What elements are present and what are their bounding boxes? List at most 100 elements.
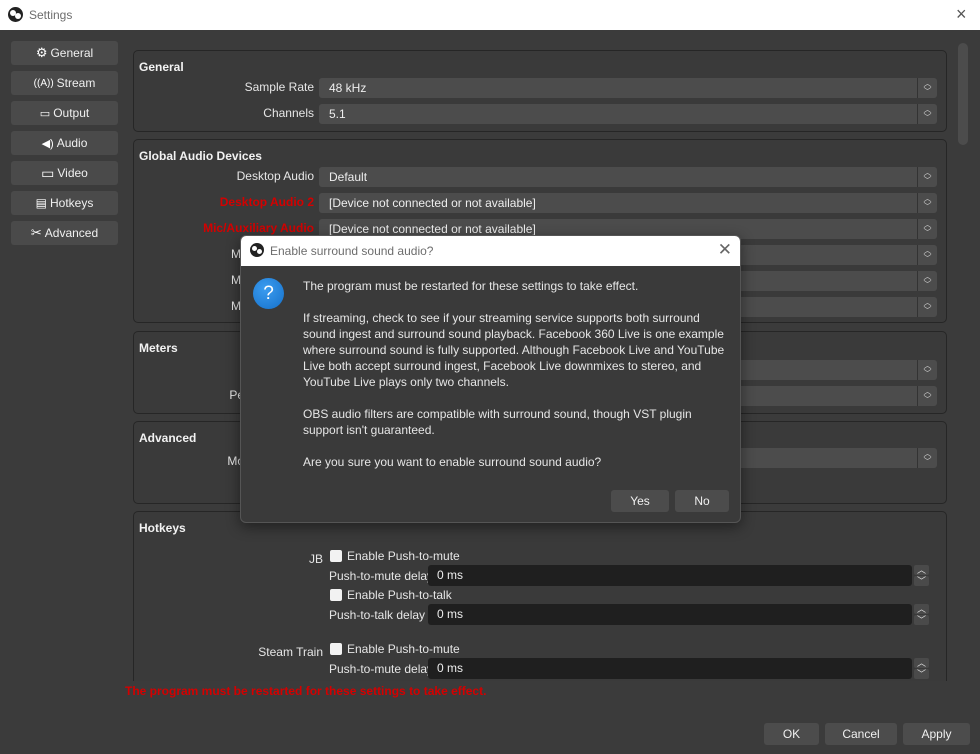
push-to-talk-delay-label: Push-to-talk delay xyxy=(329,608,426,622)
channels-select[interactable]: 5.1 ︿ ﹀ xyxy=(319,104,937,124)
desktop-audio-2-select[interactable]: [Device not connected or not available] … xyxy=(319,193,937,213)
window-titlebar: Settings × xyxy=(0,0,980,30)
push-to-mute-checkbox[interactable] xyxy=(330,550,342,562)
chevron-updown-icon: ︿ ﹀ xyxy=(917,219,937,239)
chevron-down-icon[interactable]: ﹀ xyxy=(914,615,929,625)
chevron-updown-icon: ︿ ﹀ xyxy=(917,297,937,317)
push-to-talk-label: Enable Push-to-talk xyxy=(347,588,452,602)
tools-icon: ✂ xyxy=(30,225,42,240)
apply-button[interactable]: Apply xyxy=(903,723,970,745)
restart-warning: The program must be restarted for these … xyxy=(125,684,487,698)
desktop-audio-2-label: Desktop Audio 2 xyxy=(219,195,314,209)
chevron-updown-icon: ︿ ﹀ xyxy=(917,360,937,380)
dialog-paragraph: Are you sure you want to enable surround… xyxy=(303,455,602,469)
chevron-updown-icon: ︿ ﹀ xyxy=(917,104,937,124)
question-icon: ? xyxy=(253,278,284,309)
mic-aux-audio-label: Mic/Auxiliary Audio xyxy=(203,221,314,235)
hotkey-source-name: Steam Train xyxy=(258,645,323,659)
chevron-up-icon[interactable]: ︿ xyxy=(914,604,929,614)
group-title: Global Audio Devices xyxy=(139,149,262,163)
desktop-audio-label: Desktop Audio xyxy=(236,169,314,183)
push-to-mute-delay-label: Push-to-mute delay xyxy=(329,662,434,676)
chevron-down-icon[interactable]: ﹀ xyxy=(914,576,929,586)
obs-logo-icon xyxy=(250,243,264,257)
dialog-titlebar: Enable surround sound audio? ✕ xyxy=(241,236,740,266)
chevron-updown-icon: ︿ ﹀ xyxy=(917,193,937,213)
general-group: General Sample Rate 48 kHz ︿ ﹀ Channels 5… xyxy=(133,50,947,132)
sidebar-item-label: Advanced xyxy=(44,226,99,240)
spin-arrows[interactable]: ︿ ﹀ xyxy=(914,604,929,625)
mic-aux-audio-value: [Device not connected or not available] xyxy=(329,222,536,236)
push-to-mute-delay-input[interactable]: 0 ms ︿ ﹀ xyxy=(428,658,929,679)
channels-value: 5.1 xyxy=(329,107,346,121)
push-to-talk-delay-input[interactable]: 0 ms ︿ ﹀ xyxy=(428,604,929,625)
window-title: Settings xyxy=(29,8,73,22)
group-title: General xyxy=(139,60,184,74)
desktop-audio-select[interactable]: Default ︿ ﹀ xyxy=(319,167,937,187)
window-close-icon[interactable]: × xyxy=(956,4,967,24)
ok-button[interactable]: OK xyxy=(764,723,819,745)
chevron-down-icon[interactable]: ﹀ xyxy=(914,669,929,679)
spin-arrows[interactable]: ︿ ﹀ xyxy=(914,658,929,679)
push-to-mute-label: Enable Push-to-mute xyxy=(347,549,460,563)
group-title: Meters xyxy=(139,341,178,355)
no-button[interactable]: No xyxy=(675,490,729,512)
dialog-paragraph: If streaming, check to see if your strea… xyxy=(303,311,725,389)
settings-sidebar: ⚙ General ((A)) Stream ▭ Output ◀) Audio… xyxy=(11,41,118,251)
monitoring-device-label: Mo xyxy=(227,454,244,468)
meters-peak-label: Pe xyxy=(229,388,244,402)
sidebar-item-label: Video xyxy=(57,166,88,180)
sidebar-item-hotkeys[interactable]: ▤ Hotkeys xyxy=(11,191,118,215)
push-to-mute-delay-input[interactable]: 0 ms ︿ ﹀ xyxy=(428,565,929,586)
dialog-close-icon[interactable]: ✕ xyxy=(718,240,732,260)
sidebar-item-general[interactable]: ⚙ General xyxy=(11,41,118,65)
sidebar-item-audio[interactable]: ◀) Audio xyxy=(11,131,118,155)
spin-arrows[interactable]: ︿ ﹀ xyxy=(914,565,929,586)
chevron-updown-icon: ︿ ﹀ xyxy=(917,78,937,98)
sidebar-item-label: Output xyxy=(53,106,90,120)
hotkey-source-name: JB xyxy=(308,552,323,566)
delay-value: 0 ms xyxy=(437,661,464,675)
chevron-up-icon[interactable]: ︿ xyxy=(914,658,929,668)
sidebar-item-stream[interactable]: ((A)) Stream xyxy=(11,71,118,95)
sidebar-item-label: General xyxy=(50,46,94,60)
dialog-paragraph: The program must be restarted for these … xyxy=(303,279,639,293)
push-to-mute-checkbox[interactable] xyxy=(330,643,342,655)
chevron-updown-icon: ︿ ﹀ xyxy=(917,245,937,265)
group-title: Hotkeys xyxy=(139,521,186,535)
push-to-mute-label: Enable Push-to-mute xyxy=(347,642,460,656)
delay-value: 0 ms xyxy=(437,568,464,582)
delay-value: 0 ms xyxy=(437,607,464,621)
sample-rate-label: Sample Rate xyxy=(244,80,314,94)
chevron-updown-icon: ︿ ﹀ xyxy=(917,448,937,468)
sidebar-item-label: Hotkeys xyxy=(49,196,94,210)
chevron-up-icon[interactable]: ︿ xyxy=(914,565,929,575)
chevron-updown-icon: ︿ ﹀ xyxy=(917,167,937,187)
sidebar-item-advanced[interactable]: ✂ Advanced xyxy=(11,221,118,245)
desktop-audio-value: Default xyxy=(329,170,368,184)
sample-rate-select[interactable]: 48 kHz ︿ ﹀ xyxy=(319,78,937,98)
desktop-audio-2-value: [Device not connected or not available] xyxy=(329,196,536,210)
monitor-icon: ▭ xyxy=(41,164,55,181)
surround-sound-dialog: Enable surround sound audio? ✕ ? The pro… xyxy=(240,235,741,523)
sidebar-item-output[interactable]: ▭ Output xyxy=(11,101,118,125)
obs-logo-icon xyxy=(8,7,23,22)
group-title: Advanced xyxy=(139,431,197,445)
chevron-updown-icon: ︿ ﹀ xyxy=(917,271,937,291)
chevron-updown-icon: ︿ ﹀ xyxy=(917,386,937,406)
push-to-talk-checkbox[interactable] xyxy=(330,589,342,601)
sample-rate-value: 48 kHz xyxy=(329,81,367,95)
antenna-icon: ((A)) xyxy=(33,77,54,89)
dialog-title: Enable surround sound audio? xyxy=(270,244,434,258)
gear-icon: ⚙ xyxy=(35,45,48,60)
dialog-paragraph: OBS audio filters are compatible with su… xyxy=(303,407,692,437)
vertical-scrollbar[interactable] xyxy=(958,43,968,145)
sidebar-item-video[interactable]: ▭ Video xyxy=(11,161,118,185)
cancel-button[interactable]: Cancel xyxy=(825,723,897,745)
yes-button[interactable]: Yes xyxy=(611,490,669,512)
hotkeys-group: Hotkeys JB Enable Push-to-mute Push-to-m… xyxy=(133,511,947,681)
push-to-mute-delay-label: Push-to-mute delay xyxy=(329,569,434,583)
keyboard-icon: ▤ xyxy=(35,196,47,210)
sidebar-item-label: Audio xyxy=(56,136,88,150)
speaker-icon: ◀) xyxy=(41,137,54,150)
